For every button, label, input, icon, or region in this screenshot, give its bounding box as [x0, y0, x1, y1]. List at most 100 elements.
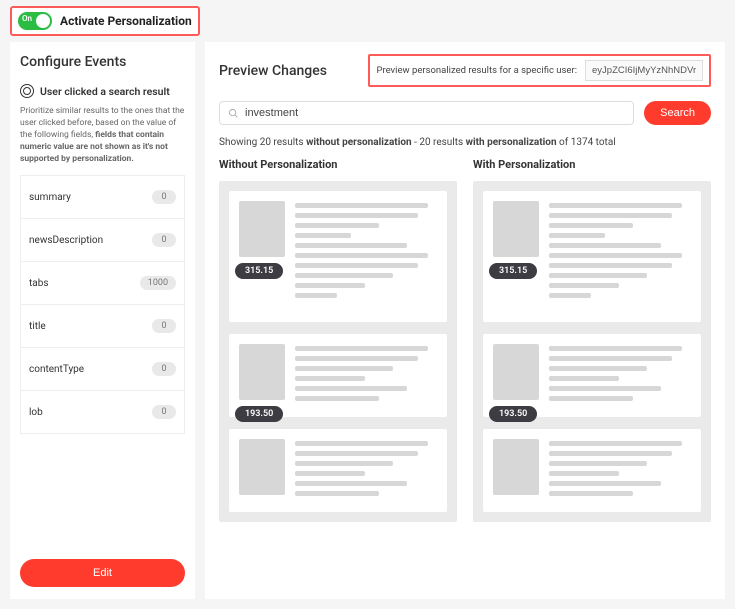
- placeholder-line: [295, 346, 428, 351]
- field-value-badge: 0: [152, 190, 176, 204]
- field-value-badge: 0: [152, 362, 176, 376]
- field-row[interactable]: summary 0: [20, 175, 185, 219]
- result-thumbnail: [239, 201, 285, 257]
- activate-toggle-group: On Activate Personalization: [10, 6, 200, 36]
- event-row: User clicked a search result: [20, 84, 185, 98]
- search-button[interactable]: Search: [644, 101, 711, 125]
- results-summary: Showing 20 results without personalizati…: [219, 137, 711, 148]
- placeholder-line: [549, 293, 591, 298]
- search-icon: [228, 108, 239, 119]
- placeholder-line: [295, 223, 379, 228]
- placeholder-line: [295, 273, 393, 278]
- placeholder-line: [549, 253, 682, 258]
- field-value-badge: 0: [152, 319, 176, 333]
- result-card[interactable]: 193.50: [229, 334, 447, 417]
- placeholder-line: [549, 356, 672, 361]
- field-row[interactable]: contentType0: [20, 347, 185, 391]
- col-without-title: Without Personalization: [219, 158, 457, 171]
- preview-user-label: Preview personalized results for a speci…: [376, 65, 577, 76]
- placeholder-line: [549, 203, 682, 208]
- placeholder-line: [295, 213, 418, 218]
- placeholder-line: [549, 441, 682, 446]
- placeholder-line: [295, 386, 407, 391]
- placeholder-line: [549, 263, 672, 268]
- field-row[interactable]: tabs 1000: [20, 261, 185, 305]
- top-bar: On Activate Personalization: [0, 0, 735, 42]
- placeholder-line: [549, 366, 647, 371]
- score-pill: 315.15: [489, 263, 537, 279]
- result-thumbnail: [493, 439, 539, 495]
- placeholder-line: [549, 273, 647, 278]
- placeholder-line: [549, 461, 647, 466]
- score-pill: 193.50: [235, 406, 283, 422]
- placeholder-line: [549, 243, 661, 248]
- placeholder-line: [295, 366, 393, 371]
- sidebar-title: Configure Events: [20, 54, 185, 70]
- placeholder-line: [295, 376, 365, 381]
- result-lines: [295, 344, 435, 401]
- event-label: User clicked a search result: [40, 85, 170, 98]
- placeholder-line: [549, 451, 672, 456]
- placeholder-line: [549, 376, 619, 381]
- field-list: summary0newsDescription0tabs1000title0co…: [20, 175, 185, 541]
- preview-user-input[interactable]: [585, 60, 703, 81]
- placeholder-line: [295, 293, 337, 298]
- field-name: lob: [29, 407, 43, 418]
- placeholder-line: [295, 356, 418, 361]
- field-value-badge: 1000: [140, 276, 176, 290]
- placeholder-line: [295, 481, 407, 486]
- placeholder-line: [295, 243, 407, 248]
- placeholder-line: [549, 283, 619, 288]
- result-card[interactable]: 193.50: [483, 334, 701, 417]
- score-pill: 193.50: [489, 406, 537, 422]
- result-card[interactable]: [483, 429, 701, 512]
- placeholder-line: [295, 253, 428, 258]
- result-thumbnail: [493, 201, 539, 257]
- target-icon: [20, 84, 34, 98]
- placeholder-line: [295, 451, 418, 456]
- placeholder-line: [295, 283, 365, 288]
- col-without: Without Personalization 315.15 193.50: [219, 158, 457, 522]
- placeholder-line: [295, 233, 351, 238]
- sidebar: Configure Events User clicked a search r…: [10, 42, 195, 599]
- col-with: With Personalization 315.15193.50: [473, 158, 711, 522]
- preview-title: Preview Changes: [219, 63, 327, 79]
- toggle-on-label: On: [22, 14, 32, 23]
- score-pill: 315.15: [235, 263, 283, 279]
- field-name: tabs: [29, 278, 49, 289]
- activate-toggle[interactable]: On: [18, 12, 52, 30]
- placeholder-line: [549, 471, 619, 476]
- placeholder-line: [295, 471, 365, 476]
- result-lines: [549, 201, 689, 298]
- placeholder-line: [549, 491, 633, 496]
- placeholder-line: [549, 233, 605, 238]
- field-name: summary: [29, 192, 71, 203]
- field-row[interactable]: lob 0: [20, 390, 185, 434]
- result-card[interactable]: [229, 429, 447, 512]
- result-card[interactable]: 315.15: [229, 191, 447, 322]
- placeholder-line: [295, 491, 379, 496]
- placeholder-line: [295, 441, 428, 446]
- activate-label: Activate Personalization: [60, 14, 192, 28]
- priority-text: Prioritize similar results to the ones t…: [20, 106, 185, 165]
- placeholder-line: [295, 461, 393, 466]
- result-thumbnail: [239, 344, 285, 400]
- placeholder-line: [549, 223, 633, 228]
- edit-button[interactable]: Edit: [20, 559, 185, 587]
- placeholder-line: [295, 263, 418, 268]
- content: Preview Changes Preview personalized res…: [205, 42, 725, 599]
- search-input[interactable]: [245, 107, 625, 119]
- placeholder-line: [295, 203, 428, 208]
- placeholder-line: [549, 213, 672, 218]
- result-lines: [295, 439, 435, 496]
- result-card[interactable]: 315.15: [483, 191, 701, 322]
- field-value-badge: 0: [152, 233, 176, 247]
- result-lines: [549, 439, 689, 496]
- field-row[interactable]: title0: [20, 304, 185, 348]
- field-value-badge: 0: [152, 405, 176, 419]
- result-lines: [549, 344, 689, 401]
- preview-user-box: Preview personalized results for a speci…: [368, 54, 711, 87]
- result-thumbnail: [239, 439, 285, 495]
- placeholder-line: [549, 386, 661, 391]
- field-row[interactable]: newsDescription0: [20, 218, 185, 262]
